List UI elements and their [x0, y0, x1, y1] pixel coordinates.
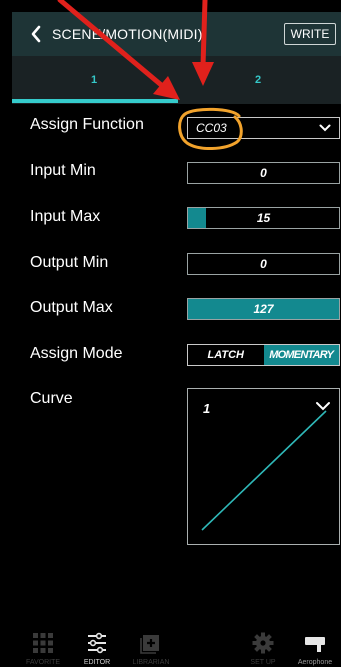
momentary-option[interactable]: MOMENTARY [263, 345, 339, 365]
curve-number: 1 [203, 401, 211, 416]
input-min-value: 0 [260, 166, 267, 180]
nav-aerophone[interactable]: Aerophone [288, 624, 341, 667]
grid-icon [33, 633, 53, 653]
input-min-label: Input Min [30, 162, 96, 179]
page-title: SCENE/MOTION(MIDI) [52, 26, 203, 42]
chevron-down-icon [319, 124, 331, 132]
nav-setup-label: SET UP [250, 659, 276, 666]
curve-plot [201, 410, 327, 531]
assign-mode-toggle: LATCH MOMENTARY [187, 344, 340, 366]
gear-icon [252, 632, 274, 654]
tab-2[interactable]: 2 [176, 56, 340, 104]
write-button[interactable]: WRITE [284, 23, 336, 45]
curve-label: Curve [30, 390, 73, 407]
plus-box-icon [140, 635, 159, 654]
output-min-field[interactable]: 0 [187, 253, 340, 275]
input-max-label: Input Max [30, 208, 101, 225]
output-min-label: Output Min [30, 254, 109, 271]
device-icon [305, 637, 325, 652]
assign-mode-label: Assign Mode [30, 345, 123, 362]
input-max-fill [188, 208, 206, 228]
input-max-field[interactable]: 15 [187, 207, 340, 229]
nav-editor-label: EDITOR [83, 659, 111, 666]
nav-librarian[interactable]: LIBRARIAN [124, 624, 178, 667]
output-max-field[interactable]: 127 [187, 298, 340, 320]
tab-selected-indicator [12, 99, 178, 103]
chevron-down-icon[interactable] [315, 401, 331, 411]
assign-function-value: CC03 [196, 121, 227, 135]
app-header: SCENE/MOTION(MIDI) WRITE [12, 12, 341, 56]
output-min-value: 0 [260, 257, 267, 271]
input-min-field[interactable]: 0 [187, 162, 340, 184]
curve-graph[interactable]: 1 [187, 388, 340, 545]
nav-librarian-label: LIBRARIAN [132, 659, 170, 666]
back-chevron-icon[interactable] [28, 23, 44, 45]
nav-aerophone-label: Aerophone [297, 659, 333, 666]
nav-editor[interactable]: EDITOR [70, 624, 124, 667]
output-max-label: Output Max [30, 299, 113, 316]
input-max-value: 15 [256, 211, 271, 225]
nav-favorite[interactable]: FAVORITE [16, 624, 70, 667]
latch-option[interactable]: LATCH [188, 345, 264, 365]
assign-function-label: Assign Function [30, 116, 144, 133]
sliders-icon [88, 632, 106, 654]
output-max-value: 127 [253, 302, 274, 316]
nav-favorite-label: FAVORITE [25, 659, 61, 666]
nav-setup[interactable]: SET UP [236, 624, 290, 667]
assign-settings-panel: Assign Function CC03 Input Min 0 Input M… [12, 104, 341, 624]
assign-function-select[interactable]: CC03 [187, 117, 340, 139]
bottom-navigation: FAVORITE EDITOR LIBRARIAN SET UP Aeropho… [12, 624, 341, 667]
tab-1[interactable]: 1 [12, 56, 176, 104]
tab-bar: 1 2 [12, 56, 341, 104]
